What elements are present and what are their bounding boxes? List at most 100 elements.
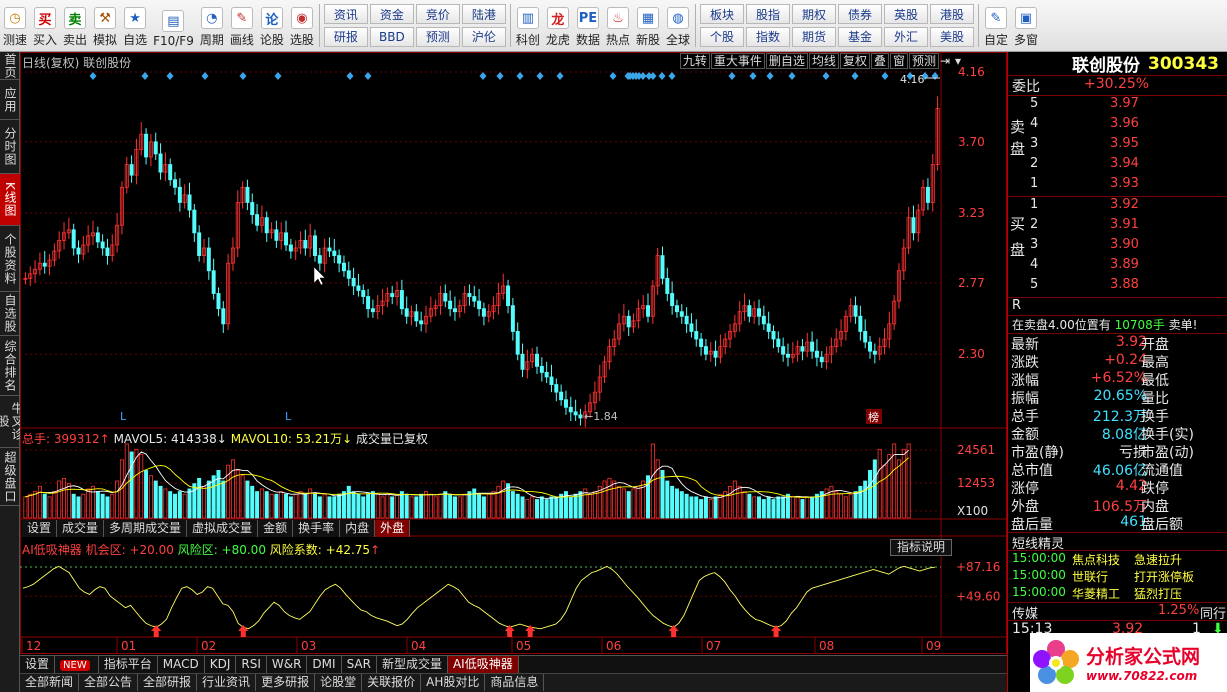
toolbar-clock-button[interactable]: ◷ 测速 <box>0 0 30 51</box>
toolbar-link[interactable]: 资金 <box>369 4 414 24</box>
volume-tab-4[interactable]: 金额 <box>258 520 294 537</box>
info-tab-8[interactable]: 商品信息 <box>485 674 545 691</box>
toolbar-hammer-button[interactable]: ⚒ 模拟 <box>90 0 120 51</box>
toolbar-globe-button[interactable]: ◍ 全球 <box>663 0 693 51</box>
toolbar-link[interactable]: 港股 <box>930 4 974 24</box>
toolbar-sell-button[interactable]: 卖卖出 <box>60 0 90 51</box>
indicator-tab-9[interactable]: 新型成交量 <box>377 656 448 673</box>
toolbar-link[interactable]: 指数 <box>746 26 790 47</box>
info-tab-4[interactable]: 更多研报 <box>256 674 316 691</box>
toolbar-custom-button[interactable]: ✎ 自定 <box>981 0 1011 51</box>
indicator-tab-8[interactable]: SAR <box>342 656 377 673</box>
volume-bar <box>872 459 877 519</box>
kline-tool-4[interactable]: 复权 <box>839 53 870 69</box>
indicator-tab-0[interactable]: 设置 <box>20 656 56 673</box>
toolbar-link[interactable]: 外汇 <box>884 26 928 47</box>
info-tab-5[interactable]: 论股堂 <box>315 674 363 691</box>
indicator-tab-10[interactable]: AI低吸神器 <box>447 656 519 673</box>
left-tab-3[interactable]: K线图 <box>0 174 20 226</box>
info-tab-1[interactable]: 全部公告 <box>79 674 139 691</box>
kline-tool-0[interactable]: 九转 <box>679 53 710 69</box>
info-tab-2[interactable]: 全部研报 <box>138 674 198 691</box>
indicator-help-button[interactable]: 指标说明 <box>890 539 953 556</box>
left-tab-0[interactable]: 首页 <box>0 52 20 80</box>
volume-bar <box>428 493 433 519</box>
kline-tool-1[interactable]: 重大事件 <box>710 53 765 69</box>
volume-tab-6[interactable]: 内盘 <box>340 520 376 537</box>
toolbar-stock-pick-button[interactable]: ◉ 选股 <box>287 0 317 51</box>
indicator-tab-3[interactable]: MACD <box>158 656 205 673</box>
volume-bar <box>896 459 901 519</box>
toolbar-link[interactable]: 个股 <box>700 26 744 47</box>
toolbar-dragon-button[interactable]: 龙龙虎 <box>543 0 573 51</box>
kline-tool-5[interactable]: 叠 <box>870 53 889 69</box>
left-tab-8[interactable]: 超级盘口 <box>0 448 20 506</box>
volume-tab-0[interactable]: 设置 <box>22 520 58 537</box>
toolbar-button-label: 周期 <box>199 33 224 47</box>
volume-bar <box>221 480 226 519</box>
toolbar-hot-button[interactable]: ♨ 热点 <box>603 0 633 51</box>
chart-svg[interactable]: 4.16 3.70 3.23 2.77 2.30 4.16 ←1.84 L L 榜 24561 124… <box>20 52 1007 654</box>
volume-tab-5[interactable]: 换手率 <box>293 520 341 537</box>
volume-tab-3[interactable]: 虚拟成交量 <box>187 520 259 537</box>
toolbar-chart-button[interactable]: ▥ 科创 <box>513 0 543 51</box>
toolbar-buy-button[interactable]: 买买入 <box>30 0 60 51</box>
ytick-label-4: 2.30 <box>958 347 985 361</box>
volume-bar <box>843 496 848 519</box>
toolbar-link[interactable]: 陆港 <box>461 4 506 24</box>
toolbar-link[interactable]: 研报 <box>323 26 368 47</box>
chart-area[interactable]: 4.16 3.70 3.23 2.77 2.30 4.16 ←1.84 L L 榜 24561 124… <box>20 52 1007 654</box>
volume-tab-7[interactable]: 外盘 <box>375 520 411 537</box>
indicator-tab-4[interactable]: KDJ <box>205 656 237 673</box>
indicator-tab-6[interactable]: W&R <box>267 656 308 673</box>
toolbar-pencil-button[interactable]: ✎ 画线 <box>227 0 257 51</box>
toolbar-link[interactable]: BBD <box>369 26 414 47</box>
toolbar-cycle-button[interactable]: ◔ 周期 <box>197 0 227 51</box>
toolbar-link[interactable]: 预测 <box>415 26 460 47</box>
kline-tool-6[interactable]: 窗 <box>889 53 908 69</box>
left-tab-2[interactable]: 分时图 <box>0 120 20 174</box>
toolbar-link[interactable]: 期货 <box>792 26 836 47</box>
left-tab-7[interactable]: 牛叉诊股 <box>0 396 24 448</box>
toolbar-multi-window-button[interactable]: ▣ 多窗 <box>1011 0 1041 51</box>
toolbar-link[interactable]: 基金 <box>838 26 882 47</box>
toolbar-new-stock-button[interactable]: ▦ 新股 <box>633 0 663 51</box>
left-tab-6[interactable]: 综合排名 <box>0 336 20 396</box>
r-label: R <box>1012 298 1022 313</box>
left-tab-5[interactable]: 自选股 <box>0 292 20 336</box>
bang-label: 榜 <box>868 410 879 424</box>
volume-bar <box>728 485 733 519</box>
indicator-tab-5[interactable]: RSI <box>236 656 267 673</box>
toolbar-link[interactable]: 板块 <box>700 4 744 24</box>
toolbar-link[interactable]: 沪伦 <box>461 26 506 47</box>
left-tab-4[interactable]: 个股资料 <box>0 226 20 292</box>
quote-row: 4 3.96 <box>1008 116 1227 136</box>
volume-bar <box>761 499 766 519</box>
info-tab-0[interactable]: 全部新闻 <box>20 674 80 691</box>
indicator-tab-7[interactable]: DMI <box>307 656 342 673</box>
toolbar-link[interactable]: 资讯 <box>323 4 368 24</box>
info-tab-6[interactable]: 关联报价 <box>362 674 422 691</box>
info-tab-3[interactable]: 行业资讯 <box>197 674 257 691</box>
indicator-tab-2[interactable]: 指标平台 <box>99 656 158 673</box>
left-tab-1[interactable]: 应用 <box>0 80 20 120</box>
indicator-name: AI低吸神器 <box>22 543 82 557</box>
candle-body <box>800 346 805 352</box>
kline-tool-3[interactable]: 均线 <box>808 53 839 69</box>
toolbar-link[interactable]: 股指 <box>746 4 790 24</box>
volume-tab-1[interactable]: 成交量 <box>57 520 105 537</box>
toolbar-f10-button[interactable]: ▤ F10/F9 <box>150 0 197 51</box>
toolbar-forum-button[interactable]: 论论股 <box>257 0 287 51</box>
toolbar-pe-button[interactable]: PE 数据 <box>573 0 603 51</box>
volume-tab-2[interactable]: 多周期成交量 <box>104 520 188 537</box>
toolbar-link[interactable]: 债券 <box>838 4 882 24</box>
new-badge-tab[interactable]: NEW <box>55 656 99 673</box>
toolbar-link[interactable]: 竞价 <box>415 4 460 24</box>
toolbar-link[interactable]: 美股 <box>930 26 974 47</box>
toolbar-link[interactable]: 期权 <box>792 4 836 24</box>
kline-tool-2[interactable]: 删自选 <box>765 53 808 69</box>
toolbar-star-button[interactable]: ★ 自选 <box>120 0 150 51</box>
kline-tool-7[interactable]: 预测 <box>908 53 939 69</box>
info-tab-7[interactable]: AH股对比 <box>421 674 486 691</box>
toolbar-link[interactable]: 英股 <box>884 4 928 24</box>
